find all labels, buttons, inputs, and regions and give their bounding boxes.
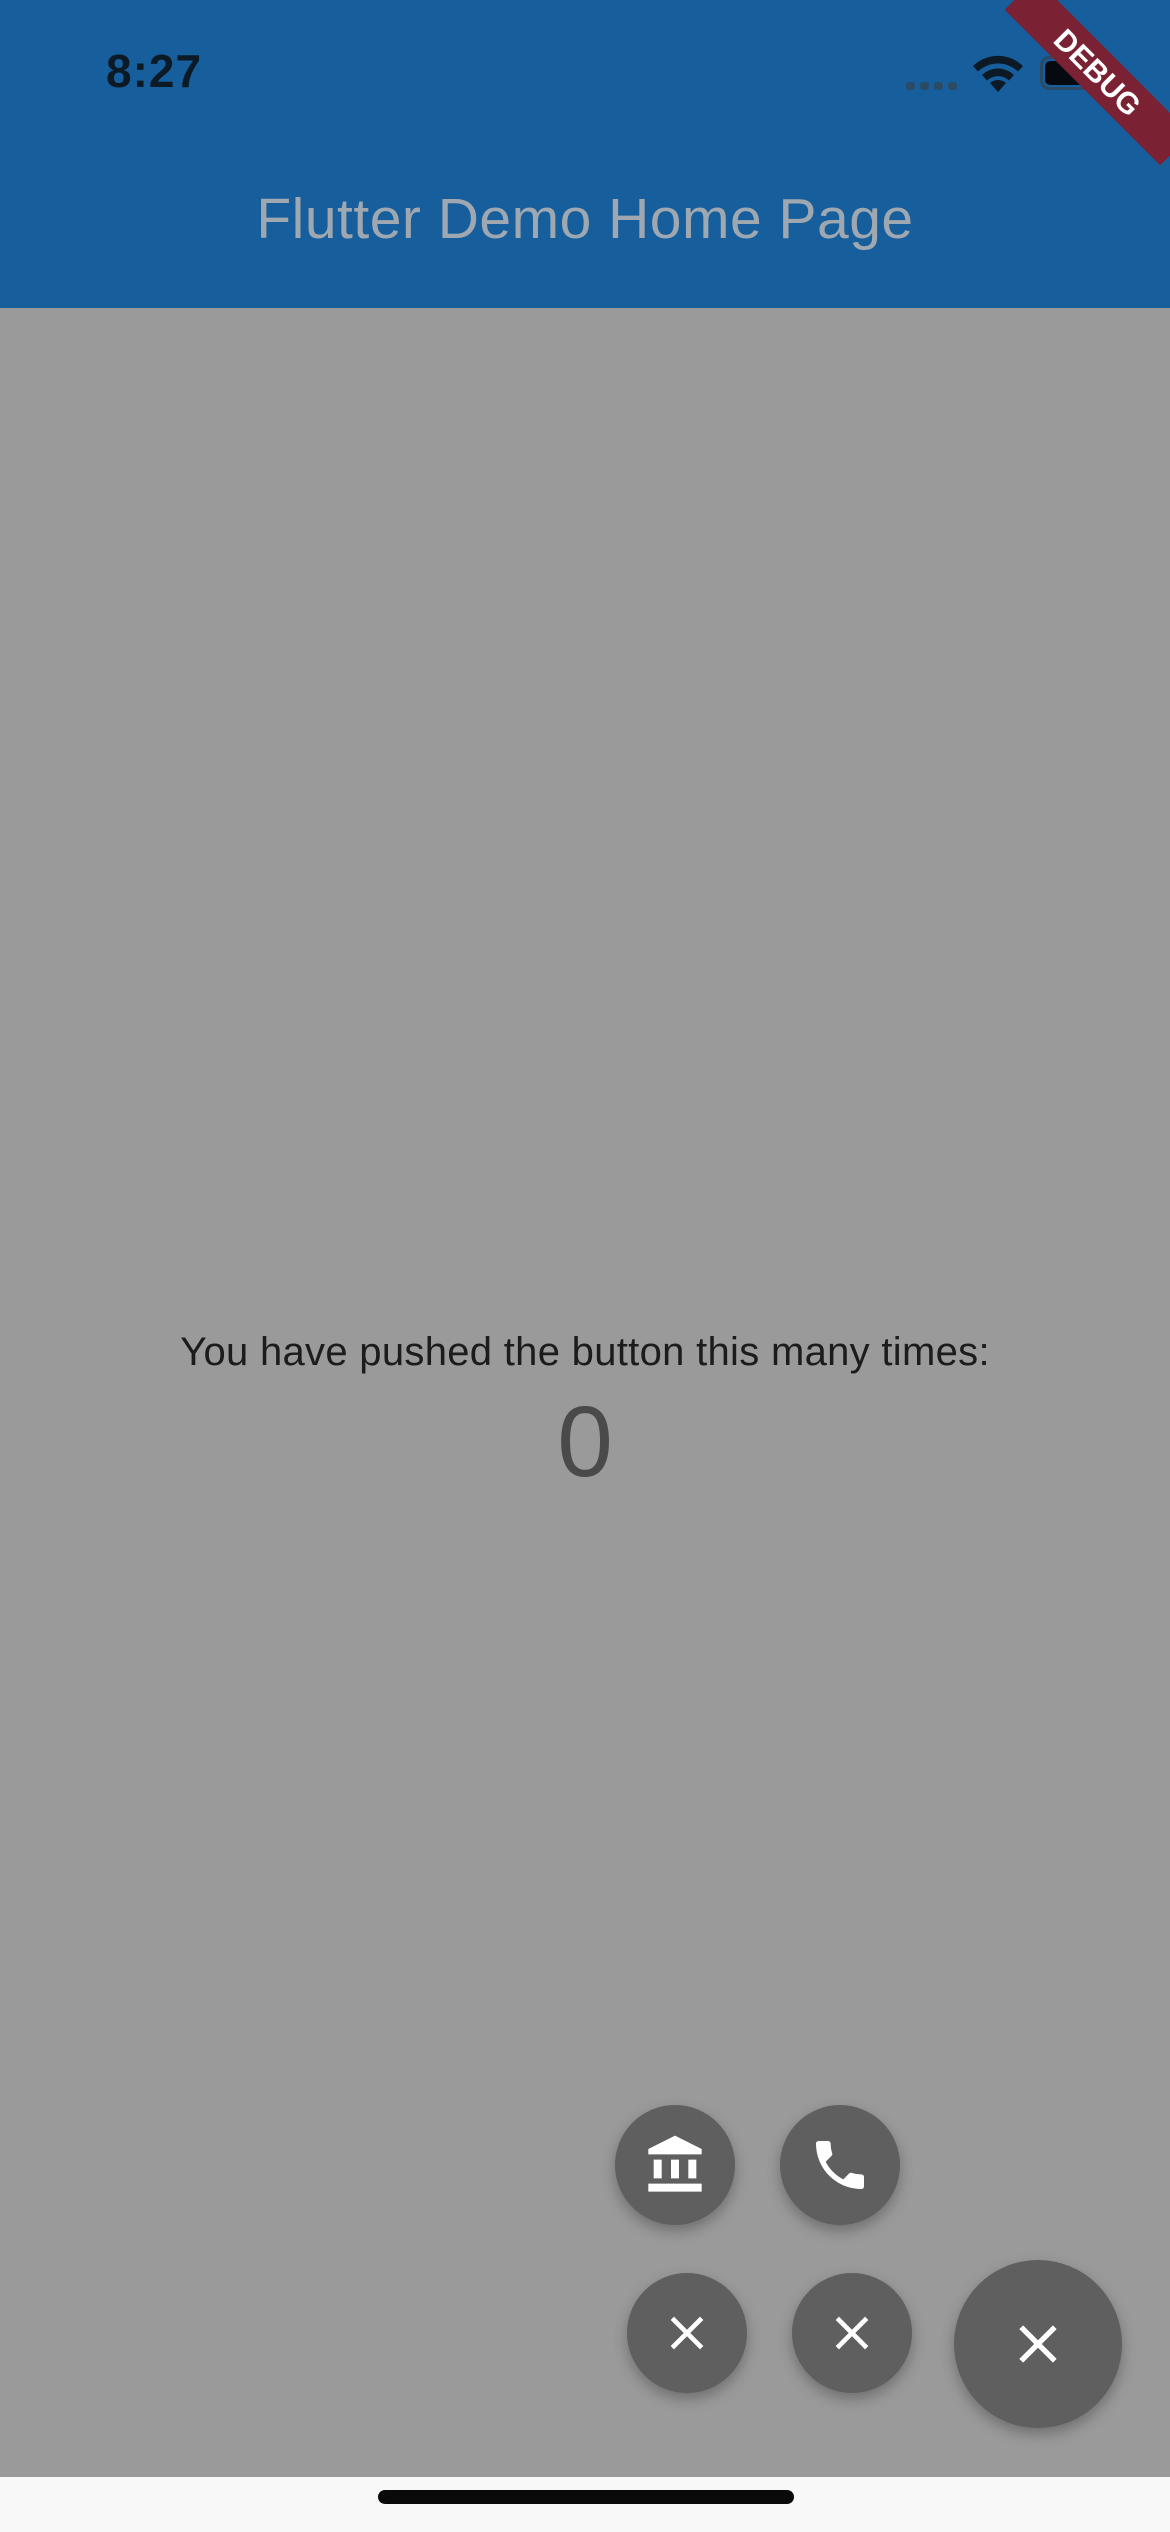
app-bar: 8:27 Flutter Demo Home Page [0,0,1170,308]
close-right-button[interactable] [792,2273,912,2393]
phone-icon [816,2141,864,2189]
account-balance-icon [648,2135,702,2192]
wifi-icon [973,55,1023,92]
bank-button[interactable] [615,2105,735,2225]
counter-label: You have pushed the button this many tim… [180,1330,990,1374]
status-time: 8:27 [106,45,203,97]
counter-value: 0 [557,1386,613,1498]
home-indicator-area [0,2477,1170,2532]
home-indicator[interactable] [378,2490,794,2504]
phone-button[interactable] [780,2105,900,2225]
page-title: Flutter Demo Home Page [256,187,914,251]
main-fab-close-button[interactable] [954,2260,1122,2428]
close-icon [835,2316,869,2350]
close-left-button[interactable] [627,2273,747,2393]
signal-icon [906,82,962,90]
battery-icon [1040,56,1104,90]
close-icon [670,2316,704,2350]
close-icon [1019,2325,1057,2363]
